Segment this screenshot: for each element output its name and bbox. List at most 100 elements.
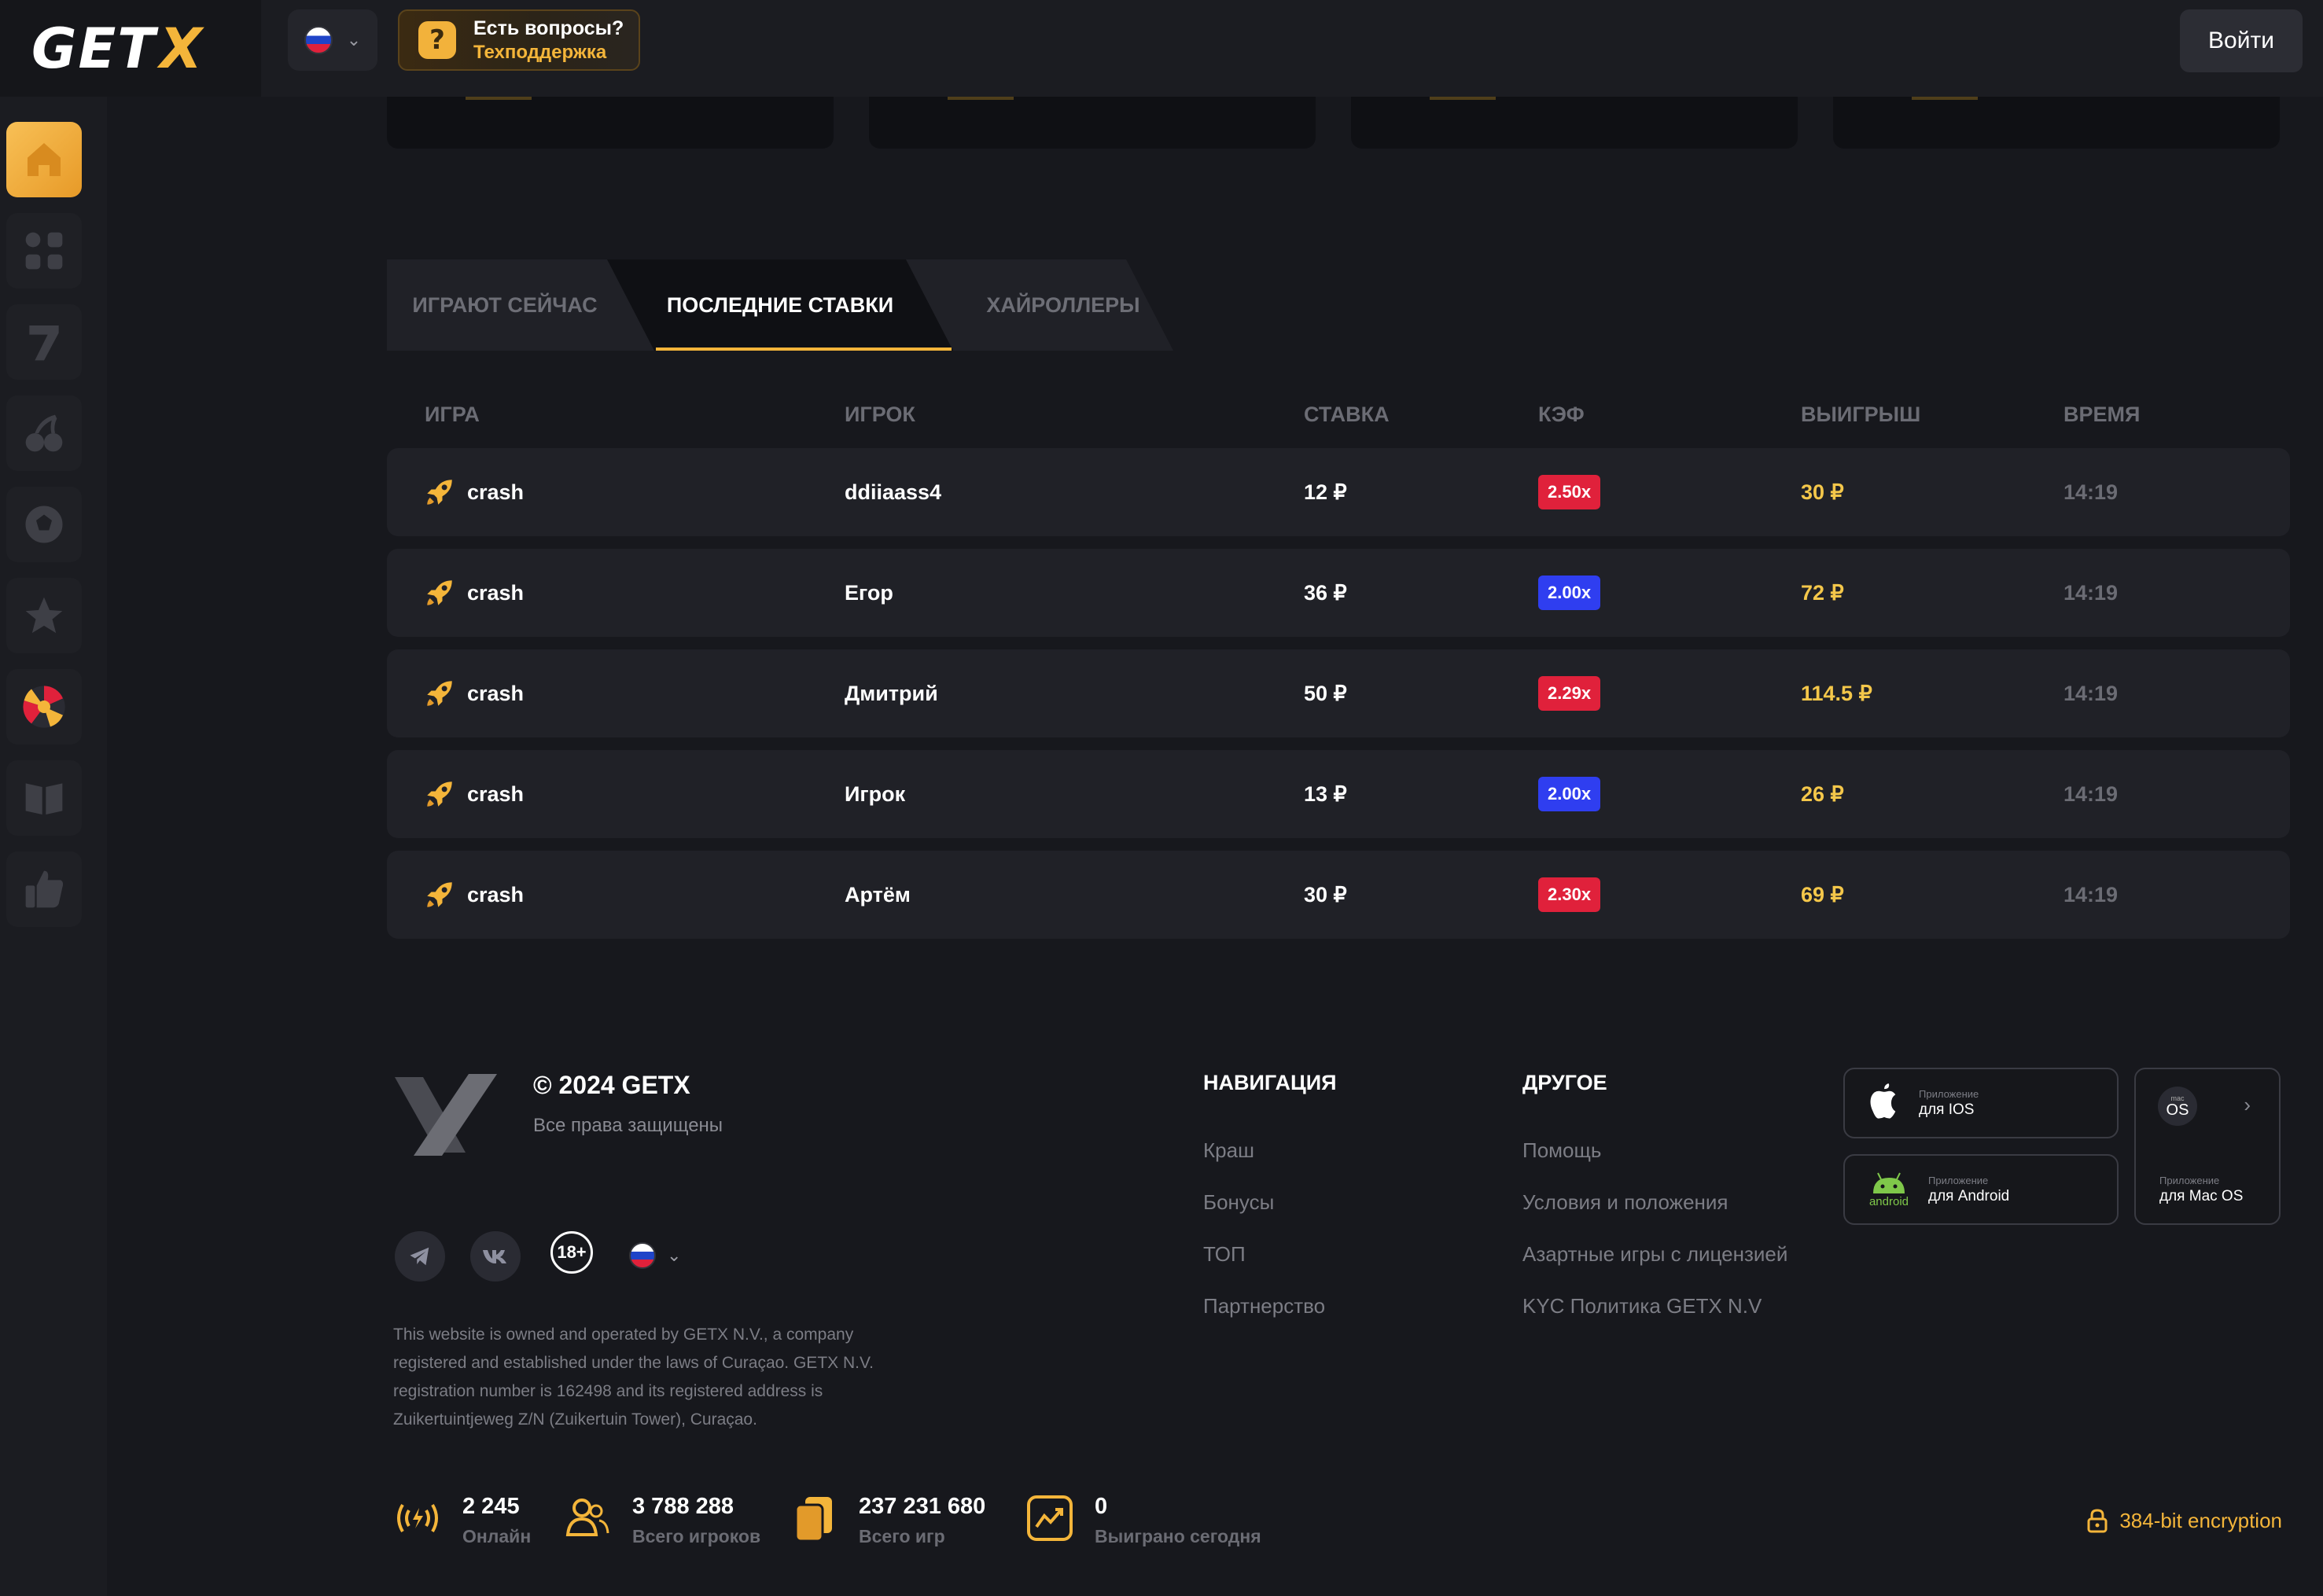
- book-icon[interactable]: [6, 760, 82, 836]
- footer-language-selector[interactable]: ⌄: [629, 1242, 681, 1269]
- win-amount: 26 ₽: [1801, 781, 1844, 806]
- nav-title: НАВИГАЦИЯ: [1203, 1071, 1337, 1094]
- thumbs-up-icon[interactable]: [6, 851, 82, 927]
- table-row[interactable]: crash Дмитрий 50 ₽ 2.29x 114.5 ₽ 14:19: [387, 649, 2290, 737]
- age-18-badge: 18+: [550, 1231, 593, 1274]
- games-cards-icon: [794, 1497, 832, 1543]
- other-link-kyc[interactable]: KYC Политика GETX N.V: [1522, 1294, 1762, 1318]
- rocket-icon: [427, 681, 452, 706]
- table-row[interactable]: crash Игрок 13 ₽ 2.00x 26 ₽ 14:19: [387, 750, 2290, 838]
- coef-badge: 2.00x: [1538, 777, 1601, 811]
- macos-app-label: для Mac OS: [2159, 1188, 2244, 1204]
- game-card[interactable]: [1833, 97, 2280, 149]
- stat-online: 2 245 Онлайн: [393, 1494, 531, 1547]
- coef-cell: 2.29x: [1538, 649, 1601, 737]
- games-grid-icon[interactable]: [6, 213, 82, 289]
- coef-cell: 2.30x: [1538, 851, 1601, 939]
- bets-tabs: ИГРАЮТ СЕЙЧАС ПОСЛЕДНИЕ СТАВКИ ХАЙРОЛЛЕР…: [387, 259, 1173, 351]
- other-title: ДРУГОЕ: [1522, 1071, 1607, 1094]
- bet-time: 14:19: [2063, 480, 2119, 504]
- football-icon[interactable]: [6, 487, 82, 562]
- table-header: ИГРА ИГРОК СТАВКА КЭФ ВЫИГРЫШ ВРЕМЯ: [387, 403, 2290, 434]
- tab-latest-bets[interactable]: ПОСЛЕДНИЕ СТАВКИ: [607, 259, 953, 351]
- other-link-licensed-gambling[interactable]: Азартные игры с лицензией: [1522, 1242, 1787, 1267]
- stat-online-value: 2 245: [462, 1494, 520, 1519]
- wheel-icon[interactable]: [6, 669, 82, 745]
- win-amount: 69 ₽: [1801, 882, 1844, 906]
- home-icon[interactable]: [6, 122, 82, 197]
- game-name: crash: [467, 480, 525, 504]
- stat-players-value: 3 788 288: [632, 1494, 734, 1519]
- star-icon[interactable]: [6, 578, 82, 653]
- game-cell[interactable]: crash: [423, 649, 524, 737]
- game-card[interactable]: [387, 97, 834, 149]
- question-icon: ?: [418, 21, 456, 59]
- game-name: crash: [467, 882, 525, 906]
- game-cell[interactable]: crash: [423, 750, 524, 838]
- bet-amount: 36 ₽: [1304, 580, 1347, 605]
- rocket-icon: [427, 580, 452, 605]
- column-game: ИГРА: [425, 403, 480, 426]
- ios-app-button[interactable]: Приложение для IOS: [1843, 1068, 2119, 1138]
- russia-flag-icon: [629, 1242, 656, 1269]
- active-tab-underline: [656, 348, 952, 351]
- game-cell[interactable]: crash: [423, 549, 524, 637]
- encryption-badge: 384-bit encryption: [2086, 1508, 2282, 1533]
- nav-link-bonuses[interactable]: Бонусы: [1203, 1190, 1274, 1215]
- stat-games-value: 237 231 680: [859, 1494, 986, 1519]
- chevron-down-icon: ⌄: [667, 1245, 682, 1266]
- game-cell[interactable]: crash: [423, 448, 524, 536]
- bet-amount: 13 ₽: [1304, 781, 1347, 806]
- nav-link-top[interactable]: ТОП: [1203, 1242, 1246, 1267]
- support-button[interactable]: ? Есть вопросы? Техподдержка: [398, 9, 640, 71]
- player-name: ddiiaass4: [845, 480, 942, 504]
- macos-app-small: Приложение: [2159, 1175, 2220, 1186]
- top-bar: GETX ⌄ ? Есть вопросы? Техподдержка Войт…: [0, 0, 2323, 97]
- column-bet: СТАВКА: [1304, 403, 1390, 426]
- stat-won-today-label: Выиграно сегодня: [1095, 1526, 1261, 1546]
- trend-chart-icon: [1027, 1495, 1073, 1541]
- win-amount: 72 ₽: [1801, 580, 1844, 605]
- footer-rights: Все права защищены: [533, 1115, 723, 1136]
- other-link-terms[interactable]: Условия и положения: [1522, 1190, 1728, 1215]
- chevron-down-icon: ⌄: [346, 30, 362, 50]
- table-row[interactable]: crash Артём 30 ₽ 2.30x 69 ₽ 14:19: [387, 851, 2290, 939]
- win-amount: 114.5 ₽: [1801, 681, 1872, 705]
- game-card[interactable]: [869, 97, 1316, 149]
- cherry-icon[interactable]: [6, 395, 82, 471]
- other-link-help[interactable]: Помощь: [1522, 1138, 1601, 1163]
- telegram-icon[interactable]: [395, 1231, 445, 1282]
- player-name: Дмитрий: [845, 681, 938, 705]
- login-button[interactable]: Войти: [2180, 9, 2303, 72]
- nav-link-partnership[interactable]: Партнерство: [1203, 1294, 1325, 1318]
- android-app-button[interactable]: android Приложение для Android: [1843, 1154, 2119, 1225]
- slots-seven-icon[interactable]: [6, 304, 82, 380]
- table-row[interactable]: crash ddiiaass4 12 ₽ 2.50x 30 ₽ 14:19: [387, 448, 2290, 536]
- stat-won-today: 0 Выиграно сегодня: [1025, 1494, 1261, 1547]
- nav-link-crash[interactable]: Краш: [1203, 1138, 1254, 1163]
- tab-latest-bets-label: ПОСЛЕДНИЕ СТАВКИ: [666, 292, 894, 317]
- vk-icon[interactable]: [470, 1231, 521, 1282]
- tab-playing-now[interactable]: ИГРАЮТ СЕЙЧАС: [387, 259, 623, 351]
- game-cell[interactable]: crash: [423, 851, 524, 939]
- language-selector[interactable]: ⌄: [288, 9, 377, 71]
- rocket-icon: [427, 781, 452, 807]
- player-name: Егор: [845, 580, 893, 605]
- column-player: ИГРОК: [845, 403, 915, 426]
- coef-badge: 2.00x: [1538, 576, 1601, 610]
- russia-flag-icon: [304, 26, 333, 54]
- player-name: Артём: [845, 882, 911, 906]
- game-name: crash: [467, 580, 525, 605]
- coef-badge: 2.29x: [1538, 676, 1601, 711]
- macos-app-button[interactable]: mac OS › Приложение для Mac OS: [2134, 1068, 2281, 1225]
- lock-icon: [2087, 1509, 2108, 1533]
- bet-time: 14:19: [2063, 882, 2119, 906]
- table-row[interactable]: crash Егор 36 ₽ 2.00x 72 ₽ 14:19: [387, 549, 2290, 637]
- game-card[interactable]: [1351, 97, 1798, 149]
- logo[interactable]: GETX: [0, 0, 261, 97]
- tab-highrollers[interactable]: ХАЙРОЛЛЕРЫ: [953, 259, 1173, 351]
- stat-players: 3 788 288 Всего игроков: [563, 1494, 760, 1547]
- android-wordmark: android: [1868, 1194, 1909, 1208]
- stat-games-label: Всего игр: [859, 1526, 945, 1546]
- bet-time: 14:19: [2063, 781, 2119, 806]
